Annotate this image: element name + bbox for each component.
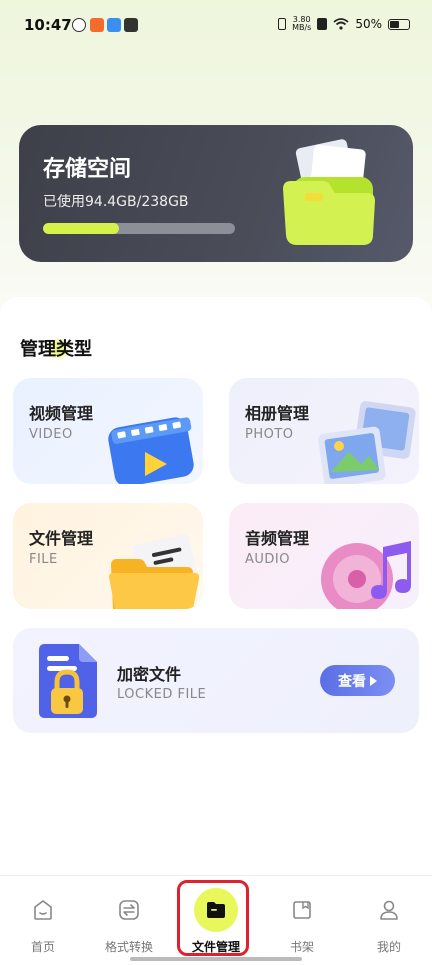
storage-progress-fill — [43, 223, 120, 234]
nav-label: 格式转换 — [104, 940, 153, 954]
bookshelf-icon — [293, 901, 311, 919]
card-title: 音频管理 — [245, 529, 310, 548]
card-subtitle: VIDEO — [29, 427, 73, 442]
locked-document-icon — [39, 644, 97, 718]
status-bar: 10:47 3.80 MB/s 50% — [0, 0, 432, 52]
battery-percent: 50% — [355, 17, 382, 31]
locked-file-title: 加密文件 — [117, 665, 182, 684]
photo-stack-icon — [318, 401, 416, 484]
play-arrow-icon — [370, 675, 377, 686]
audio-management-card[interactable]: 音频管理 AUDIO — [229, 503, 419, 609]
card-subtitle: FILE — [29, 552, 58, 567]
nav-item-profile[interactable]: 我的 — [346, 876, 432, 965]
nav-label: 首页 — [30, 940, 55, 954]
card-subtitle: PHOTO — [245, 427, 294, 442]
status-time: 10:47 — [24, 16, 72, 34]
cloud-notification-icon — [107, 18, 121, 32]
card-title: 文件管理 — [29, 529, 94, 548]
home-indicator[interactable] — [130, 957, 302, 961]
storage-progress-bar — [43, 223, 235, 234]
view-button-label: 查看 — [338, 673, 366, 690]
card-title: 相册管理 — [245, 404, 310, 423]
folder-files-icon — [283, 139, 375, 245]
profile-icon — [380, 900, 398, 920]
app-notification-icon — [72, 18, 86, 32]
locked-file-subtitle: LOCKED FILE — [117, 687, 207, 702]
section-title: 管理类型 — [20, 339, 92, 360]
home-icon — [34, 900, 52, 920]
wifi-icon — [333, 18, 349, 30]
video-play-icon — [108, 417, 194, 484]
vibrate-icon — [278, 18, 287, 30]
nav-item-convert[interactable]: 格式转换 — [86, 876, 172, 965]
sim-off-icon — [317, 18, 328, 30]
photo-management-card[interactable]: 相册管理 PHOTO — [229, 378, 419, 484]
music-disc-icon — [321, 541, 411, 609]
nav-item-home[interactable]: 首页 — [0, 876, 86, 965]
card-title: 视频管理 — [29, 404, 94, 423]
card-subtitle: AUDIO — [245, 552, 290, 567]
battery-icon — [388, 18, 410, 30]
network-speed: 3.80 MB/s — [292, 15, 312, 32]
open-folder-icon — [109, 534, 200, 609]
highlight-annotation-box — [177, 880, 249, 956]
view-locked-files-button[interactable]: 查看 — [320, 665, 395, 696]
storage-title: 存储空间 — [43, 157, 132, 182]
video-management-card[interactable]: 视频管理 VIDEO — [13, 378, 203, 484]
locked-file-card[interactable]: 加密文件 LOCKED FILE 查看 — [13, 628, 419, 733]
convert-icon — [119, 900, 139, 920]
storage-card[interactable]: 存储空间 已使用94.4GB/238GB — [19, 125, 413, 262]
message-notification-icon — [124, 18, 138, 32]
file-management-card[interactable]: 文件管理 FILE — [13, 503, 203, 609]
nav-label: 书架 — [289, 940, 314, 954]
app-notification-icon — [90, 18, 104, 32]
storage-used-text: 已使用94.4GB/238GB — [43, 194, 189, 210]
nav-item-bookshelf[interactable]: 书架 — [259, 876, 345, 965]
nav-label: 我的 — [376, 940, 401, 954]
